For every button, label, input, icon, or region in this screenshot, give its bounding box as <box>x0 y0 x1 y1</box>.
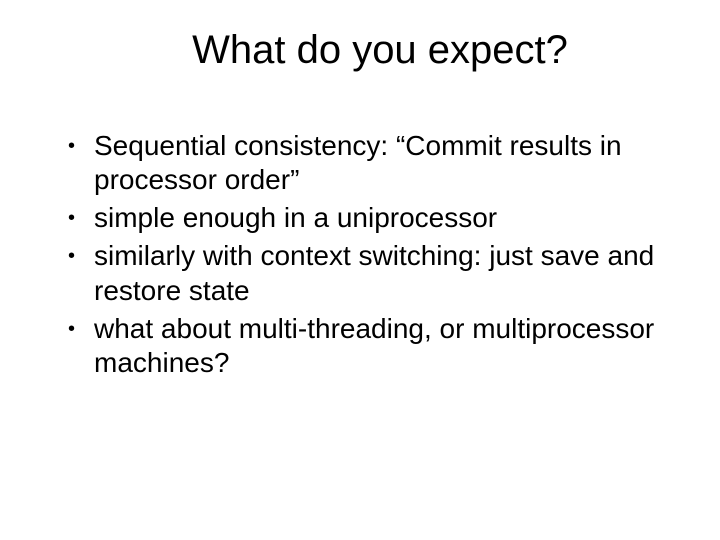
list-item: what about multi-threading, or multiproc… <box>68 312 660 380</box>
slide: What do you expect? Sequential consisten… <box>0 0 720 540</box>
bullet-list: Sequential consistency: “Commit results … <box>40 129 680 380</box>
list-item: similarly with context switching: just s… <box>68 239 660 307</box>
slide-title: What do you expect? <box>40 28 680 73</box>
list-item: Sequential consistency: “Commit results … <box>68 129 660 197</box>
list-item: simple enough in a uniprocessor <box>68 201 660 235</box>
